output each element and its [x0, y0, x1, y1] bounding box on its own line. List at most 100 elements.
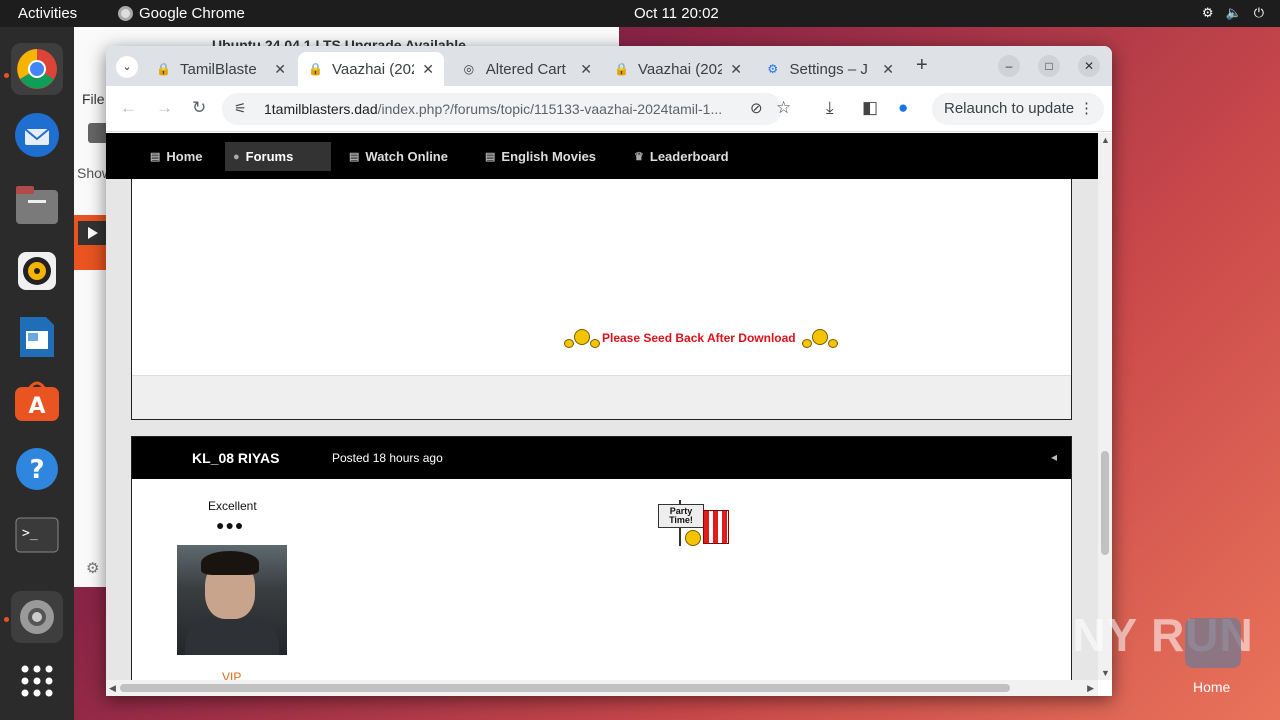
minimize-button[interactable]: –	[998, 55, 1020, 77]
nav-english-movies[interactable]: ▤ English Movies	[477, 142, 606, 171]
member-group: VIP	[222, 670, 242, 680]
trophy-icon: ♛	[634, 151, 644, 163]
files-icon[interactable]	[11, 179, 63, 231]
posted-prefix: Posted	[332, 451, 370, 465]
smiley-icon	[564, 327, 600, 349]
volume-icon: 🔈	[1225, 5, 1242, 20]
side-panel-icon[interactable]: ◧	[862, 98, 878, 118]
tab-tamilblasters[interactable]: 🔒 TamilBlaste ✕	[146, 52, 296, 86]
nav-watch-online[interactable]: ▤ Watch Online	[341, 142, 458, 171]
nav-home[interactable]: ▤ Home	[142, 142, 213, 171]
site-info-icon[interactable]: ⚟	[234, 100, 247, 117]
running-indicator	[4, 73, 9, 78]
home-label[interactable]: Home	[1193, 679, 1230, 695]
app-name: Google Chrome	[139, 5, 245, 22]
profile-icon[interactable]: ●	[898, 98, 908, 118]
site-navigation: ▤ Home ● Forums ▤ Watch Online ▤ English Mov…	[106, 133, 1098, 179]
url-text[interactable]: 1tamilblasters.dad/index.php?/forums/top…	[264, 101, 722, 117]
reload-icon[interactable]: ↻	[192, 98, 206, 118]
avatar-hair	[201, 551, 259, 575]
post-author[interactable]: KL_08 RIYAS	[192, 450, 279, 466]
tab-title: Vaazhai (202	[332, 60, 415, 78]
smiley-icon	[801, 327, 838, 349]
avatar-suit	[185, 617, 279, 655]
post-header: KL_08 RIYAS Posted 18 hours ago ◂	[132, 437, 1071, 479]
tab-settings[interactable]: ⚙ Settings – J ✕	[756, 52, 904, 86]
tab-title: TamilBlaste	[180, 60, 257, 78]
address-bar[interactable]: ⚟ 1tamilblasters.dad/index.php?/forums/t…	[222, 93, 782, 125]
new-tab-button[interactable]: +	[916, 54, 928, 77]
smiley-icon	[685, 530, 701, 546]
party-time-emoticon: Party Time!	[657, 500, 731, 548]
vertical-scrollbar[interactable]: ▲ ▼	[1098, 133, 1112, 680]
tab-vaazhai[interactable]: 🔒 Vaazhai (202 ✕	[604, 52, 752, 86]
thunderbird-icon[interactable]	[11, 109, 63, 161]
play-icon[interactable]	[78, 221, 106, 245]
tab-title: Settings – J	[789, 60, 868, 78]
app-center-icon[interactable]: A	[11, 375, 63, 427]
file-menu[interactable]: File	[82, 91, 105, 107]
browser-window[interactable]: ⌄ 🔒 TamilBlaste ✕ 🔒 Vaazhai (202 ✕ ◎ Alt…	[106, 46, 1112, 696]
kebab-menu-icon[interactable]: ⋮	[1079, 99, 1094, 117]
gear-icon[interactable]: ⚙	[86, 559, 99, 577]
relaunch-button[interactable]: Relaunch to update ⋮	[932, 93, 1104, 125]
favicon-icon: 🔒	[156, 62, 171, 76]
bookmark-star-icon[interactable]: ☆	[776, 98, 791, 118]
share-icon[interactable]: ◂	[1051, 450, 1057, 464]
tab-close-icon[interactable]: ✕	[730, 61, 742, 78]
no-tracking-icon[interactable]: ⊘	[750, 99, 763, 117]
chrome-icon[interactable]	[11, 43, 63, 95]
nav-label: Forums	[245, 149, 294, 164]
scroll-right-icon[interactable]: ▶	[1087, 683, 1094, 694]
rhythmbox-icon[interactable]	[11, 245, 63, 297]
close-button[interactable]: ✕	[1078, 55, 1100, 77]
terminal-icon[interactable]: >_	[11, 509, 63, 561]
page-icon: ▤	[150, 151, 161, 163]
tab-vaazhai-active[interactable]: 🔒 Vaazhai (202 ✕	[298, 52, 444, 86]
tab-search-button[interactable]: ⌄	[116, 56, 138, 78]
scroll-down-icon[interactable]: ▼	[1101, 668, 1110, 678]
seed-text: Please Seed Back After Download	[602, 331, 796, 345]
settings-icon[interactable]	[11, 591, 63, 643]
tab-title: Altered Cart	[485, 60, 566, 78]
forward-arrow-icon[interactable]: →	[156, 98, 173, 118]
clock[interactable]: Oct 11 20:02	[634, 5, 719, 22]
nav-forums[interactable]: ● Forums	[225, 142, 331, 171]
writer-icon[interactable]	[11, 311, 63, 363]
avatar[interactable]	[177, 545, 287, 655]
nav-leaderboard[interactable]: ♛ Leaderboard	[626, 142, 739, 171]
tab-title: Vaazhai (202	[638, 60, 723, 78]
page-viewport[interactable]: ▤ Home ● Forums ▤ Watch Online ▤ English Mov…	[106, 133, 1098, 680]
scroll-thumb[interactable]	[120, 684, 1010, 692]
back-arrow-icon[interactable]: ←	[120, 98, 137, 118]
rank-pips: ●●●	[216, 517, 245, 533]
system-tray[interactable]: ⚙ 🔈 ⏻	[1202, 5, 1264, 21]
scroll-left-icon[interactable]: ◀	[109, 683, 116, 694]
scroll-up-icon[interactable]: ▲	[1101, 135, 1110, 145]
tab-close-icon[interactable]: ✕	[274, 61, 286, 78]
favicon-icon: 🔒	[614, 62, 629, 76]
horizontal-scrollbar[interactable]: ◀ ▶	[106, 680, 1098, 696]
app-menu[interactable]: Google Chrome	[118, 5, 245, 22]
tab-altered-carbon[interactable]: ◎ Altered Cart ✕	[452, 52, 602, 86]
post-timestamp: Posted 18 hours ago	[332, 451, 443, 465]
posted-time[interactable]: 18 hours ago	[373, 451, 443, 465]
settings-gear-icon: ⚙	[767, 62, 779, 76]
help-icon[interactable]: ?	[11, 443, 63, 495]
nav-label: Home	[166, 149, 203, 164]
home-folder-icon[interactable]	[1185, 618, 1241, 668]
network-icon: ⚙	[1201, 5, 1214, 20]
download-icon[interactable]: ⤓	[826, 98, 834, 118]
forum-post: KL_08 RIYAS Posted 18 hours ago ◂ Excell…	[131, 436, 1072, 680]
tab-close-icon[interactable]: ✕	[422, 61, 434, 78]
scroll-thumb[interactable]	[1101, 451, 1109, 555]
nav-label: English Movies	[501, 149, 597, 164]
show-apps-icon[interactable]	[11, 655, 63, 707]
tab-close-icon[interactable]: ✕	[882, 61, 894, 78]
url-domain: 1tamilblasters.dad	[264, 101, 378, 117]
tab-close-icon[interactable]: ✕	[580, 61, 592, 78]
activities-button[interactable]: Activities	[18, 5, 77, 22]
maximize-button[interactable]: □	[1038, 55, 1060, 77]
chat-icon: ●	[233, 150, 240, 163]
svg-text:?: ?	[29, 455, 44, 485]
